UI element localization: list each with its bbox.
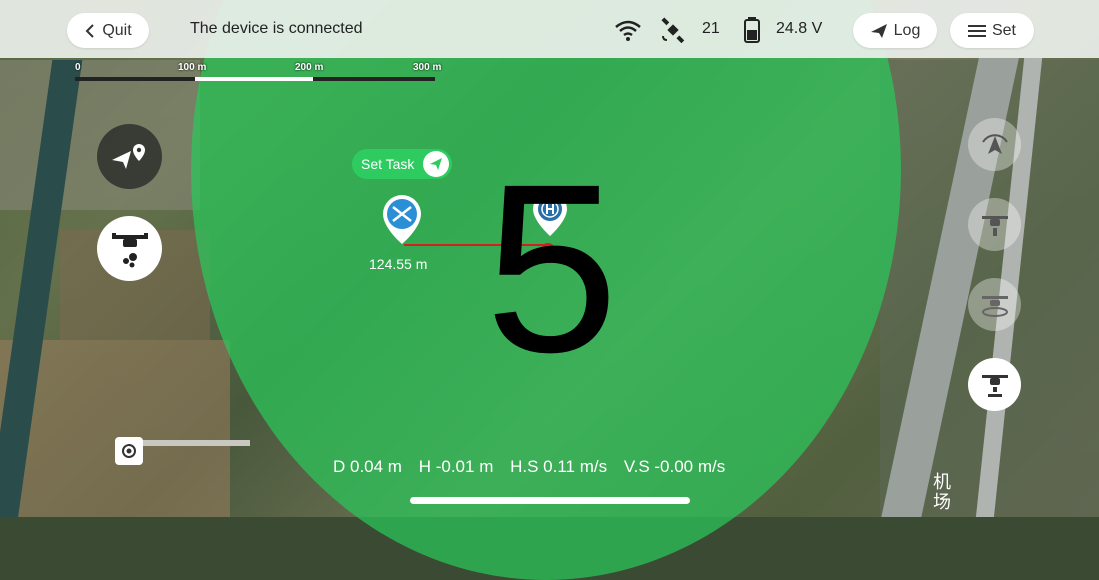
map-scale-bar: 0 100 m 200 m 300 m <box>75 62 445 84</box>
telemetry-horizontal-speed: H.S 0.11 m/s <box>510 457 608 476</box>
scale-tick: 0 <box>75 62 81 73</box>
connection-status: The device is connected <box>190 20 363 37</box>
scale-bar-track <box>75 77 435 81</box>
menu-icon <box>967 24 986 37</box>
drone-icon <box>981 374 1008 397</box>
scale-tick: 300 m <box>413 62 442 73</box>
telemetry-distance: D 0.04 m <box>333 457 402 476</box>
log-label: Log <box>893 21 921 39</box>
distance-label: 124.55 m <box>369 256 428 272</box>
map-road-label-text: 机场 <box>933 472 951 512</box>
scale-tick: 100 m <box>178 62 207 73</box>
drone-land-icon <box>981 295 1008 317</box>
battery-voltage: 24.8 V <box>776 20 823 37</box>
satellite-count: 21 <box>702 20 720 37</box>
telemetry-height: H -0.01 m <box>418 457 494 476</box>
home-indicator[interactable] <box>410 497 690 504</box>
drone-position-marker[interactable] <box>380 193 424 247</box>
compass-icon <box>981 133 1008 154</box>
drone-icon <box>981 215 1008 236</box>
log-button[interactable]: Log <box>853 13 937 48</box>
send-icon <box>870 23 887 38</box>
drone-top-view-button[interactable] <box>968 198 1021 251</box>
compass-view-button[interactable] <box>968 118 1021 171</box>
quit-label: Quit <box>102 21 132 39</box>
scale-bar-segment <box>195 77 313 81</box>
telemetry-vertical-speed: V.S -0.00 m/s <box>623 457 726 476</box>
telemetry-bar: D 0.04 m H -0.01 m H.S 0.11 m/s V.S -0.0… <box>333 457 737 477</box>
drone-landing-button[interactable] <box>968 278 1021 331</box>
locate-me-button[interactable] <box>115 437 143 465</box>
set-task-button[interactable]: Set Task <box>352 149 452 179</box>
drone-hover-button[interactable] <box>968 358 1021 411</box>
drone-icon <box>111 232 148 267</box>
top-bar: Quit The device is connected 21 24.8 V L… <box>0 0 1099 58</box>
battery-icon <box>744 17 760 43</box>
drone-mode-button[interactable] <box>97 216 162 281</box>
target-icon <box>122 444 136 458</box>
send-icon <box>423 151 449 177</box>
map-road-label: 机场 <box>933 472 951 512</box>
satellite-icon <box>661 17 685 43</box>
chevron-left-icon <box>85 23 95 38</box>
countdown-number: 5 <box>485 134 619 402</box>
navigate-to-location-button[interactable] <box>97 124 162 189</box>
set-label: Set <box>991 21 1016 39</box>
scale-tick: 200 m <box>295 62 324 73</box>
quit-button[interactable]: Quit <box>67 13 149 48</box>
send-location-icon <box>111 143 145 169</box>
set-task-label: Set Task <box>361 156 415 172</box>
set-button[interactable]: Set <box>950 13 1034 48</box>
wifi-icon <box>615 20 641 41</box>
